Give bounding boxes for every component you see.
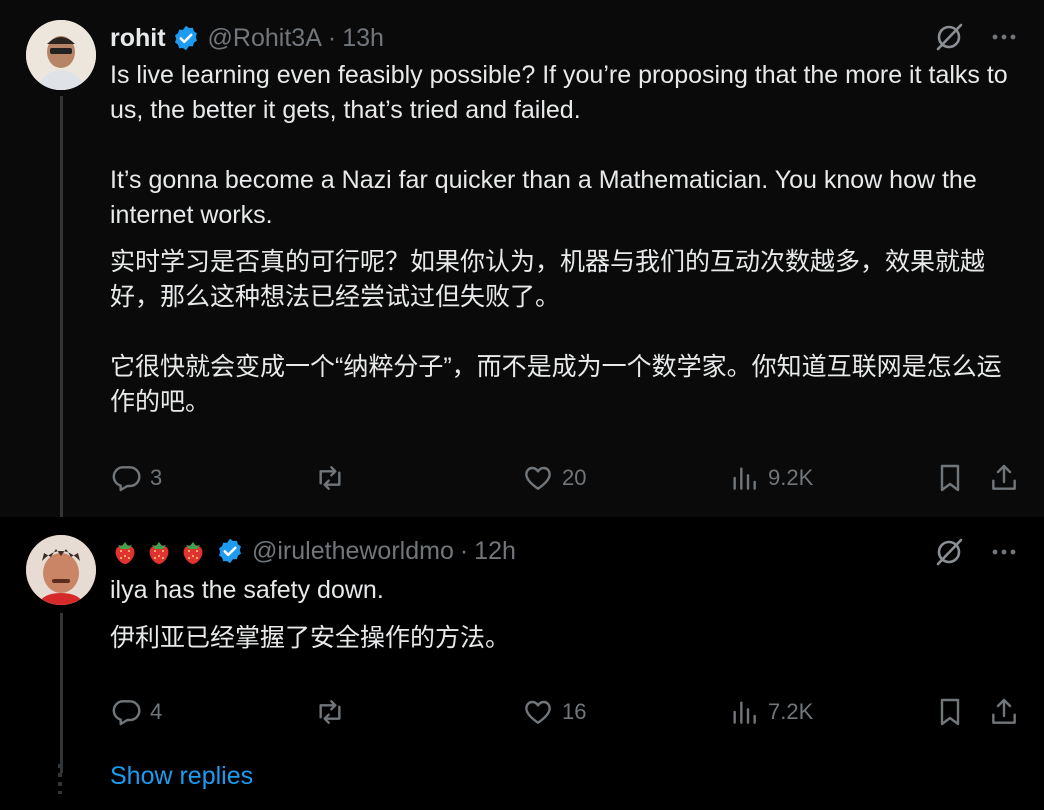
tweet-text-zh-1: 实时学习是否真的可行呢？如果你认为，机器与我们的互动次数越多，效果就越好，那么这… <box>110 248 986 311</box>
more-icon[interactable] <box>990 538 1018 566</box>
share-icon <box>992 464 1016 490</box>
reply-count: 3 <box>150 465 163 490</box>
view-count: 7.2K <box>768 699 814 724</box>
like-icon <box>525 466 551 490</box>
repost-button[interactable] <box>314 460 354 496</box>
strawberry-icon <box>183 542 203 564</box>
views-button[interactable]: 7.2K <box>728 694 813 730</box>
repost-icon <box>319 700 341 724</box>
separator-dot: · <box>327 23 337 52</box>
reply-button[interactable]: 4 <box>110 694 162 730</box>
reply-icon <box>112 700 141 726</box>
tweet-text-zh-1: 伊利亚已经掌握了安全操作的方法。 <box>110 624 511 652</box>
more-icon[interactable] <box>990 23 1018 51</box>
avatar[interactable] <box>26 20 96 90</box>
reply-button[interactable]: 3 <box>110 460 162 496</box>
separator-dot: · <box>459 536 469 565</box>
share-button[interactable] <box>988 460 1020 496</box>
views-button[interactable]: 9.2K <box>728 460 813 496</box>
tweet-header: rohit @Rohit3A · 13h <box>110 20 384 56</box>
display-name[interactable] <box>110 536 208 566</box>
repost-button[interactable] <box>314 694 354 730</box>
avatar[interactable] <box>26 535 96 605</box>
like-count: 16 <box>562 699 587 724</box>
views-icon <box>733 701 756 724</box>
bookmark-icon <box>940 698 960 726</box>
tweet-top-icons <box>934 22 1018 52</box>
like-button[interactable]: 16 <box>522 694 586 730</box>
grok-icon[interactable] <box>934 22 964 52</box>
handle[interactable]: @Rohit3A <box>208 24 322 53</box>
thread-line <box>60 96 63 517</box>
bookmark-icon <box>940 464 960 492</box>
bookmark-button[interactable] <box>934 460 966 496</box>
thread-line <box>60 613 63 773</box>
display-name[interactable]: rohit <box>110 24 166 53</box>
tweet-text: ilya has the safety down. 伊利亚已经掌握了安全操作的方… <box>110 573 1010 656</box>
timestamp[interactable]: 12h <box>474 537 516 566</box>
grok-icon[interactable] <box>934 537 964 567</box>
handle[interactable]: @iruletheworldmo <box>252 537 454 566</box>
tweet-text: Is live learning even feasibly possible?… <box>110 58 1010 420</box>
reply-count: 4 <box>150 699 163 724</box>
verified-badge-icon <box>219 538 241 564</box>
like-button[interactable]: 20 <box>522 460 586 496</box>
show-replies-link[interactable]: Show replies <box>110 762 253 791</box>
tweet-header: @iruletheworldmo · 12h <box>110 533 516 569</box>
thread-dotted-line <box>58 764 62 794</box>
share-icon <box>992 698 1016 724</box>
repost-icon <box>319 466 341 490</box>
view-count: 9.2K <box>768 465 814 490</box>
avatar-image <box>26 20 96 90</box>
verified-badge-icon <box>174 25 197 51</box>
bookmark-button[interactable] <box>934 694 966 730</box>
tweet-top-icons <box>934 537 1018 567</box>
like-count: 20 <box>562 465 587 490</box>
tweet-text-en-1: ilya has the safety down. <box>110 576 384 604</box>
reply-icon <box>112 466 141 492</box>
tweet-actions: 3 20 9.2K <box>110 460 1022 496</box>
timestamp[interactable]: 13h <box>342 24 384 53</box>
strawberry-icon <box>149 542 169 564</box>
tweet-text-en-1: Is live learning even feasibly possible?… <box>110 61 1008 124</box>
tweet-text-en-2: It’s gonna become a Nazi far quicker tha… <box>110 166 977 229</box>
like-icon <box>525 700 551 724</box>
tweet-rohit[interactable]: rohit @Rohit3A · 13h Is live learning ev… <box>0 0 1044 517</box>
views-icon <box>733 467 756 490</box>
tweet-actions: 4 16 7.2K <box>110 694 1022 730</box>
strawberry-icon <box>115 542 135 564</box>
tweet-text-zh-2: 它很快就会变成一个“纳粹分子”，而不是成为一个数学家。你知道互联网是怎么运作的吧… <box>110 353 1002 416</box>
share-button[interactable] <box>988 694 1020 730</box>
avatar-image <box>26 535 96 605</box>
